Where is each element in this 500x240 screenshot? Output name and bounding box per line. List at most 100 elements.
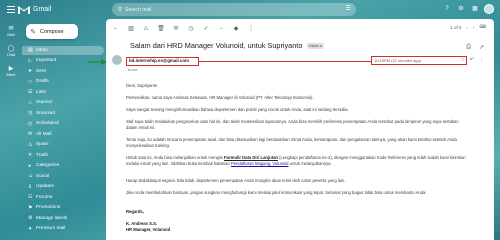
sidebar-item-label: Forums — [36, 194, 53, 200]
compose-label: Compose — [40, 28, 64, 35]
p5-pre: Untuk saat ini, Anda bisa melanjutkan un… — [126, 155, 224, 160]
open-new-window-icon[interactable]: ↗ — [479, 44, 484, 51]
search-input[interactable] — [125, 4, 325, 15]
sidebar-item-label: Starred — [36, 100, 52, 106]
sidebar-item-all-mail[interactable]: ✉ All Mail — [22, 130, 104, 139]
app-name: Gmail — [33, 6, 52, 13]
spam-icon: ⚠ — [28, 141, 33, 148]
paragraph-6: Harap tindaklanjuti segera. Bila tidak, … — [126, 178, 346, 183]
sender-email[interactable]: bd.internship.ss@gmail.com — [126, 57, 199, 66]
snooze-icon[interactable]: ◷ — [187, 25, 195, 32]
pointer-arrow-icon — [88, 59, 107, 65]
sidebar-item-label: Categories — [36, 163, 60, 169]
label-icon[interactable]: ◆ — [232, 25, 240, 32]
message-panel: ← ▧ ⚠ 🗑 ✉ ◷ ✓ → ◆ ⋮ 1 of 5 ‹ › ⌨ Salam d… — [106, 19, 494, 240]
signature-name: K. Andreas S.S. — [126, 221, 158, 226]
apps-grid-icon[interactable]: ▦ — [470, 4, 480, 14]
signature-title: HR Manager, Volunoid — [126, 227, 171, 232]
sidebar-item-label: Important — [36, 58, 57, 64]
message-toolbar: ← ▧ ⚠ 🗑 ✉ ◷ ✓ → ◆ ⋮ — [112, 23, 255, 33]
main-menu-icon[interactable] — [7, 6, 15, 13]
compose-button[interactable]: ✎ Compose — [26, 24, 78, 39]
archive-icon[interactable]: ▧ — [127, 25, 135, 32]
sidebar-item-forums[interactable]: ☷ Forums — [22, 193, 104, 202]
paragraph-4: Tentu saja, itu adalah rencana penempata… — [126, 137, 457, 148]
p5-post: untuk melanjutkannya. — [288, 160, 332, 166]
rail-chat[interactable]: ◯ Chat — [2, 45, 20, 57]
sidebar-item-scheduled[interactable]: ◴ Scheduled — [22, 120, 104, 129]
pager: 1 of 5 ‹ › ⌨ — [450, 24, 486, 30]
chat-icon: ◯ — [7, 46, 15, 52]
scheduled-icon: ◴ — [28, 120, 33, 127]
sidebar-item-lists[interactable]: ☰ Lists — [22, 88, 104, 97]
top-icons: ? ⚙ ▦ — [442, 4, 494, 14]
paragraph-3: Staf saya telah melakukan pengecekan ata… — [126, 119, 459, 130]
meet-icon: ▶ — [8, 66, 14, 72]
sidebar-item-sent[interactable]: ➤ Sent — [22, 67, 104, 76]
manage-labels-icon: ⚙ — [28, 215, 33, 222]
mark-unread-icon[interactable]: ✉ — [172, 25, 180, 32]
account-avatar[interactable] — [484, 4, 494, 14]
pencil-icon: ✎ — [30, 28, 36, 36]
settings-icon[interactable]: ⚙ — [456, 4, 466, 14]
sidebar-item-premium-mail[interactable]: ✦ Premium mail — [22, 225, 104, 234]
sidebar-item-spam[interactable]: ⚠ Spam — [22, 141, 104, 150]
back-icon[interactable]: ← — [112, 25, 120, 31]
greeting: Dear, Supriyanto — [126, 83, 158, 88]
sidebar-item-categories[interactable]: ▸ Categories — [22, 162, 104, 171]
move-to-icon[interactable]: → — [217, 25, 225, 31]
paragraph-7: Jika Anda membutuhkan bantuan, jangan su… — [126, 190, 427, 195]
sent-icon: ➤ — [28, 68, 33, 75]
next-icon[interactable]: › — [473, 25, 475, 30]
promotions-icon: ⚑ — [28, 204, 33, 211]
subject-icons: ⎙ ↗ — [466, 44, 484, 51]
closing: Regards, — [126, 209, 144, 214]
print-icon[interactable]: ⎙ — [466, 44, 471, 51]
star-icon[interactable]: ☆ — [460, 57, 464, 63]
sidebar-item-starred[interactable]: ☆ Starred — [22, 99, 104, 108]
sidebar-item-label: Manage labels — [36, 215, 68, 221]
sidebar-item-social[interactable]: ☺ Social — [22, 172, 104, 181]
search-options-icon[interactable]: ☰ — [346, 5, 351, 12]
inbox-badge[interactable]: Inbox x — [307, 43, 324, 50]
sidebar-item-inbox[interactable]: ▤ Inbox — [22, 46, 104, 55]
add-task-icon[interactable]: ✓ — [202, 25, 210, 32]
rail-mail[interactable]: ✉ Mail — [2, 25, 20, 37]
important-icon: ▷ — [28, 57, 32, 64]
gmail-logo-icon — [18, 5, 30, 14]
sidebar-item-label: Scheduled — [36, 121, 59, 127]
sidebar-item-label: Promotions — [36, 205, 61, 211]
prev-icon[interactable]: ‹ — [467, 25, 469, 30]
trash-icon: ✕ — [28, 152, 33, 159]
report-spam-icon[interactable]: ⚠ — [142, 25, 150, 32]
search-bar[interactable]: ⚲ ☰ — [112, 3, 356, 16]
registration-link[interactable]: Pendaftaran Magang, Volunoid — [231, 161, 289, 166]
pager-text: 1 of 5 — [450, 24, 462, 30]
delete-icon[interactable]: 🗑 — [157, 25, 165, 32]
reply-icon[interactable]: ↶ — [470, 57, 474, 63]
form-link[interactable]: Formulir Data Diri Lanjutan — [224, 155, 278, 160]
keyboard-icon[interactable]: ⌨ — [480, 24, 487, 30]
sender-avatar[interactable] — [112, 55, 122, 65]
gmail-logo[interactable]: Gmail — [18, 4, 70, 15]
recipient-line[interactable]: to me — [128, 68, 138, 72]
sidebar-item-label: Premium mail — [36, 226, 66, 232]
sidebar-item-label: Lists — [36, 89, 46, 95]
sidebar-item-drafts[interactable]: □ Drafts — [22, 78, 104, 87]
sidebar-item-trash[interactable]: ✕ Trash — [22, 151, 104, 160]
rail-mail-label: Mail — [7, 32, 15, 37]
paragraph-5: Untuk saat ini, Anda bisa melanjutkan un… — [126, 155, 466, 166]
sidebar-item-updates[interactable]: ℹ Updates — [22, 183, 104, 192]
search-icon[interactable]: ⚲ — [115, 5, 125, 15]
sidebar-item-snoozed[interactable]: ◷ Snoozed — [22, 109, 104, 118]
sidebar-item-label: Inbox — [36, 47, 48, 53]
help-icon[interactable]: ? — [442, 4, 452, 14]
highlight-connector — [199, 61, 371, 63]
more-vert-icon[interactable]: ⋮ — [479, 57, 484, 63]
rail-meet[interactable]: ▶ Meet — [2, 65, 20, 77]
forums-icon: ☷ — [28, 194, 33, 201]
sidebar-item-label: Spam — [36, 142, 49, 148]
more-icon[interactable]: ⋮ — [247, 25, 255, 32]
sidebar-item-manage-labels[interactable]: ⚙ Manage labels — [22, 214, 104, 223]
sidebar-item-promotions[interactable]: ⚑ Promotions — [22, 204, 104, 213]
